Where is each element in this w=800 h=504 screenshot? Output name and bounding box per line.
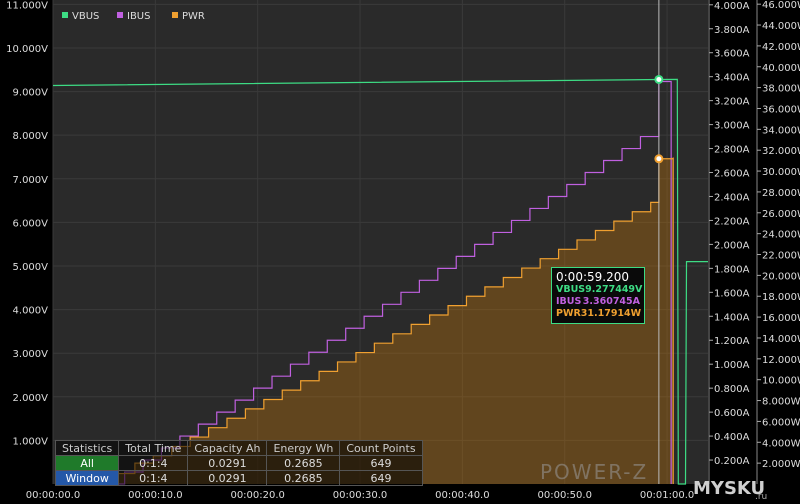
x-tick-label: 00:00:20.0 [230,490,284,501]
statistics-header: Statistics [54,440,120,456]
tooltip-row-pwr: PWR 31.17914W [556,308,642,319]
y-left-tick-label: 11.000V [6,0,48,11]
legend-swatch-pwr [172,12,178,18]
y-right-tick-label: 6.000W [762,417,800,428]
y-right-tick-label: 38.000W [762,84,800,95]
statistics-table: Statistics Total Time Capacity Ah Energy… [54,440,423,486]
statistics-cell: 649 [339,470,423,486]
y-mid-tick-label: 0.200A [714,456,750,467]
y-mid-tick-label: 1.400A [714,312,750,323]
cursor-point-vbus [654,74,664,84]
y-left-tick-label: 10.000V [6,44,48,55]
y-mid-tick-label: 2.600A [714,169,750,180]
y-right-tick-label: 16.000W [762,313,800,324]
x-tick-label: 00:00:50.0 [537,490,591,501]
statistics-header: Total Time [118,440,189,456]
legend-swatch-ibus [117,12,123,18]
chart[interactable]: 00:00:00.0 00:00:10.0 00:00:20.0 00:00:30.0… [0,0,800,504]
y-right-tick-label: 24.000W [762,230,800,241]
statistics-cell: 0.2685 [266,455,341,471]
statistics-cell: 0.0291 [187,470,268,486]
y-right-tick-label: 4.000W [762,438,800,449]
y-left-tick-label: 3.000V [13,349,49,360]
y-left-tick-label: 8.000V [13,131,49,142]
x-tick-label: 00:00:10.0 [128,490,182,501]
y-right-tick-label: 32.000W [762,146,800,157]
y-mid-tick-label: 2.200A [714,216,750,227]
y-mid-tick-label: 3.000A [714,121,750,132]
legend-label-pwr: PWR [182,11,205,22]
statistics-window-button[interactable]: Window [54,470,120,486]
y-mid-tick-label: 1.600A [714,288,750,299]
tooltip-row-vbus: VBUS 9.277449V [556,284,643,295]
y-mid-tick-label: 1.800A [714,264,750,275]
statistics-header: Energy Wh [266,440,341,456]
statistics-cell: 0:1:4 [118,470,189,486]
legend-label-ibus: IBUS [127,11,150,22]
y-left-tick-label: 7.000V [13,175,49,186]
statistics-cell: 0:1:4 [118,455,189,471]
y-mid-tick-label: 0.600A [714,408,750,419]
y-mid-tick-label: 3.800A [714,25,750,36]
statistics-cell: 0.0291 [187,455,268,471]
tooltip-row-ibus: IBUS 3.360745A [556,296,640,307]
x-tick-label: 00:01:00.0 [640,490,694,501]
y-right-tick-label: 44.000W [762,21,800,32]
y-mid-tick-label: 1.200A [714,336,750,347]
y-mid-tick-label: 2.400A [714,192,750,203]
y-right-tick-label: 18.000W [762,292,800,303]
y-mid-tick-label: 1.000A [714,360,750,371]
y-left-tick-label: 6.000V [13,218,49,229]
x-tick-label: 00:00:30.0 [333,490,387,501]
y-right-tick-label: 10.000W [762,376,800,387]
y-mid-tick-label: 4.000A [714,1,750,12]
tooltip-time: 0:00:59.200 [556,270,629,284]
y-left-tick-label: 1.000V [13,436,49,447]
y-mid-tick-label: 0.800A [714,384,750,395]
statistics-header: Capacity Ah [187,440,268,456]
watermark-domain: .ru [755,492,768,502]
legend: VBUS IBUS PWR [62,11,205,22]
y-mid-tick-label: 3.400A [714,73,750,84]
statistics-row-window: Window 0:1:4 0.0291 0.2685 649 [54,470,423,486]
statistics-cell: 649 [339,455,423,471]
y-mid-tick-label: 3.600A [714,49,750,60]
y-left-tick-label: 5.000V [13,262,49,273]
legend-label-vbus: VBUS [72,11,99,22]
y-right-tick-label: 14.000W [762,334,800,345]
y-right-tick-label: 12.000W [762,355,800,366]
legend-swatch-vbus [62,12,68,18]
statistics-header: Count Points [339,440,423,456]
y-left-tick-label: 2.000V [13,393,49,404]
y-right-tick-label: 46.000W [762,0,800,11]
y-mid-tick-label: 2.800A [714,145,750,156]
y-right-tick-label: 20.000W [762,271,800,282]
y-right-tick-label: 2.000W [762,459,800,470]
statistics-cell: 0.2685 [266,470,341,486]
y-mid-tick-label: 0.400A [714,432,750,443]
y-right-tick-label: 28.000W [762,188,800,199]
y-right-tick-label: 26.000W [762,209,800,220]
statistics-header-row: Statistics Total Time Capacity Ah Energy… [54,440,423,456]
y-right-tick-label: 36.000W [762,104,800,115]
y-right-tick-label: 8.000W [762,397,800,408]
tooltip: 0:00:59.200 VBUS 9.277449V IBUS 3.360745A … [551,267,645,324]
y-right-tick-label: 42.000W [762,42,800,53]
y-right-tick-label: 30.000W [762,167,800,178]
y-left-tick-label: 9.000V [13,88,49,99]
statistics-row-all: All 0:1:4 0.0291 0.2685 649 [54,455,423,471]
x-tick-label: 00:00:40.0 [435,490,489,501]
cursor-point-pwr [654,154,664,164]
y-mid-tick-label: 2.000A [714,240,750,251]
x-tick-label: 00:00:00.0 [26,490,80,501]
y-mid-tick-label: 3.200A [714,97,750,108]
statistics-all-button[interactable]: All [54,455,120,471]
y-right-tick-label: 22.000W [762,251,800,262]
y-right-tick-label: 34.000W [762,125,800,136]
y-right-tick-label: 40.000W [762,63,800,74]
watermark-power-z: POWER-Z [540,460,649,484]
y-left-tick-label: 4.000V [13,306,49,317]
